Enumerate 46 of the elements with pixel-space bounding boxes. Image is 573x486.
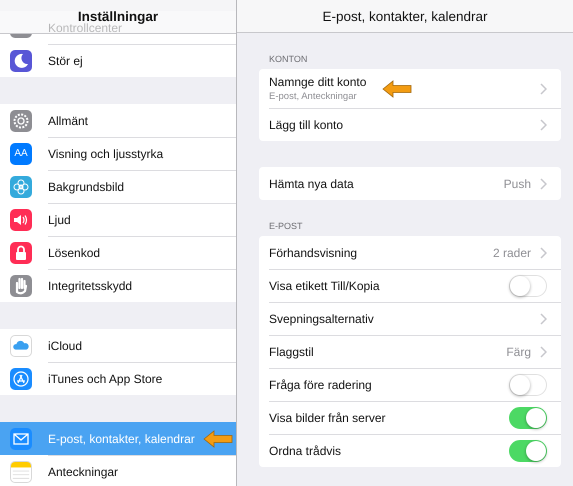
setting-label: Namnge ditt konto <box>269 75 366 89</box>
setting-subtitle: E-post, Anteckningar <box>269 91 358 102</box>
sidebar-item[interactable]: Allmänt <box>0 104 236 137</box>
sidebar-item[interactable]: AA Visning och ljusstyrka <box>0 137 236 170</box>
setting-label: Ordna trådvis <box>269 444 342 458</box>
setting-value: Push <box>504 176 531 190</box>
setting-label: Lägg till konto <box>269 118 344 132</box>
settings-row[interactable]: Svepningsalternativ <box>259 302 561 335</box>
arrow-left-icon <box>382 80 412 98</box>
setting-label: Visa etikett Till/Kopia <box>269 278 380 292</box>
section-header: E-POST <box>268 220 304 233</box>
sidebar-item[interactable]: Lösenkod <box>0 236 236 269</box>
sidebar-item[interactable]: Stör ej <box>0 44 236 77</box>
toggle-switch[interactable] <box>509 274 547 296</box>
setting-label: Svepningsalternativ <box>269 312 374 326</box>
settings-row[interactable]: Flaggstil Färg <box>259 335 561 368</box>
sidebar-item[interactable]: iCloud <box>0 329 236 362</box>
chevron-right-icon <box>540 82 547 94</box>
setting-label: Visa bilder från server <box>269 410 386 424</box>
sidebar-item[interactable]: iTunes och App Store <box>0 362 236 395</box>
pane-title: E-post, kontakter, kalendrar <box>322 8 488 24</box>
sidebar-item[interactable]: Ljud <box>0 203 236 236</box>
arrow-left-icon <box>202 430 233 448</box>
text-size-icon: AA <box>10 142 32 164</box>
section-header: KONTON <box>268 53 308 66</box>
setting-label: Hämta nya data <box>269 176 354 190</box>
setting-value: 2 rader <box>492 246 531 260</box>
setting-label: Förhandsvisning <box>269 246 358 260</box>
chevron-right-icon <box>540 178 547 190</box>
setting-value: Färg <box>506 344 531 358</box>
chevron-right-icon <box>540 118 547 130</box>
sidebar-item[interactable]: Bakgrundsbild <box>0 170 236 203</box>
setting-label: Flaggstil <box>269 344 314 358</box>
sidebar-item[interactable]: Anteckningar <box>0 455 236 486</box>
toggle-switch[interactable] <box>509 440 547 462</box>
settings-row[interactable]: Hämta nya data Push <box>259 167 561 200</box>
chevron-right-icon <box>540 346 547 358</box>
sidebar-item[interactable]: Integritetsskydd <box>0 269 236 302</box>
setting-label: Fråga före radering <box>269 378 372 392</box>
settings-row[interactable]: Namnge ditt konto E-post, Anteckningar <box>259 69 561 108</box>
settings-row[interactable]: Förhandsvisning 2 rader <box>259 236 561 269</box>
toggle-switch[interactable] <box>509 406 547 428</box>
chevron-right-icon <box>540 246 547 258</box>
chevron-right-icon <box>540 312 547 324</box>
settings-row[interactable]: Lägg till konto <box>259 108 561 141</box>
toggle-switch[interactable] <box>509 374 547 396</box>
